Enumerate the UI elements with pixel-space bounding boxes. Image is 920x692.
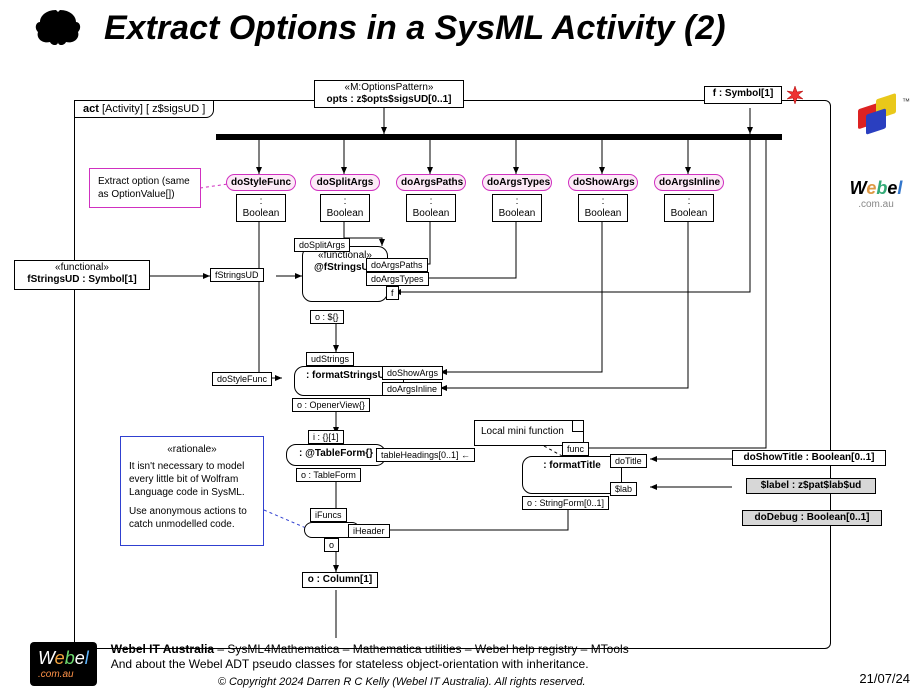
pin-doargstypes: doArgsTypes (366, 272, 429, 286)
param-dodebug-label: doDebug : Boolean[0..1] (755, 512, 870, 523)
pin-openerview: o : OpenerView{} (292, 398, 370, 412)
footer-date: 21/07/24 (859, 671, 910, 686)
pill-dosplitargs: doSplitArgs (310, 174, 380, 191)
output-column: o : Column[1] (302, 572, 378, 588)
pill-doargstypes: doArgsTypes (482, 174, 552, 191)
page-title: Extract Options in a SysML Activity (2) (104, 9, 726, 48)
f-symbol-parameter: f : Symbol[1] (704, 86, 782, 104)
f-symbol-label: f : Symbol[1] (713, 88, 774, 99)
output-column-label: o : Column[1] (308, 574, 372, 585)
pin-func: func (562, 442, 589, 456)
pin-ifuncs-out: o (324, 538, 339, 552)
activity-frame-label: act [Activity] [ z$sigsUD ] (74, 100, 214, 118)
type-doshowargs: : Boolean (578, 194, 628, 222)
rationale-body1: It isn't necessary to model every little… (129, 460, 255, 499)
pin-dostylefunc: doStyleFunc (212, 372, 272, 386)
rationale-stereo: «rationale» (129, 443, 255, 456)
fork-right (734, 134, 782, 140)
pin-tableform-in: i : {}[1] (308, 430, 344, 444)
pin-fstringsud: fStringsUD (210, 268, 264, 282)
type-dosplitargs: : Boolean (320, 194, 370, 222)
fork-main (216, 134, 764, 140)
pin-iheader: iHeader (348, 524, 390, 538)
pin-fstringsud-out: o : ${} (310, 310, 344, 324)
pin-tableform-out: o : TableForm (296, 468, 361, 482)
starburst-icon (786, 86, 804, 104)
action-tableform-name: : @TableForm{} (299, 448, 373, 459)
pin-tableheadings: tableHeadings[0..1] ← (376, 448, 475, 462)
opts-parameter: «M:OptionsPattern» opts : z$opts$sigsUD[… (314, 80, 464, 108)
param-doshowtitle-label: doShowTitle : Boolean[0..1] (744, 452, 875, 463)
pill-dostylefunc: doStyleFunc (226, 174, 296, 191)
note-extract-option: Extract option (same as OptionValue[]) (89, 168, 201, 208)
pill-doshowargs: doShowArgs (568, 174, 638, 191)
functional-stereo: «functional» (18, 262, 146, 274)
action-tableform: : @TableForm{} (286, 444, 386, 466)
type-doargsinline: : Boolean (664, 194, 714, 222)
action-formatstringsud-name: : formatStringsUD (306, 370, 392, 381)
sysml-logo-icon: ™ (856, 92, 912, 140)
pin-doargsinline-r: doArgsInline (382, 382, 442, 396)
svg-text:™: ™ (902, 97, 910, 106)
type-doargstypes: : Boolean (492, 194, 542, 222)
type-doargspaths: : Boolean (406, 194, 456, 222)
pill-doargsinline: doArgsInline (654, 174, 724, 191)
pin-dosplitargs: doSplitArgs (294, 238, 350, 252)
functional-fstringsud-param: «functional» fStringsUD : Symbol[1] (14, 260, 150, 290)
param-doshowtitle: doShowTitle : Boolean[0..1] (732, 450, 886, 466)
opts-stereo: «M:OptionsPattern» (318, 82, 460, 94)
type-dostylefunc: : Boolean (236, 194, 286, 222)
functional-label: fStringsUD : Symbol[1] (27, 274, 136, 285)
pin-udstrings: udStrings (306, 352, 354, 366)
action-formattitle: : formatTitle (522, 456, 622, 494)
param-label: $label : z$pat$lab$ud (746, 478, 876, 494)
pin-doshowargs-r: doShowArgs (382, 366, 443, 380)
action-formattitle-name: : formatTitle (543, 460, 601, 471)
opts-label: opts : z$opts$sigsUD[0..1] (326, 94, 451, 105)
param-label-label: $label : z$pat$lab$ud (761, 480, 862, 491)
pin-lab: $lab (610, 482, 637, 496)
webel-logo-text: Webel .com.au (840, 178, 912, 210)
pin-doargspaths: doArgsPaths (366, 258, 428, 272)
pin-formattitle-out: o : StringForm[0..1] (522, 496, 609, 510)
pin-ifuncs-in: iFuncs (310, 508, 347, 522)
note-rationale: «rationale» It isn't necessary to model … (120, 436, 264, 546)
diagram-connectors (14, 78, 906, 653)
pill-doargspaths: doArgsPaths (396, 174, 466, 191)
pin-dotitle: doTitle (610, 454, 647, 468)
pin-f: f (386, 286, 399, 300)
footer-line2: And about the Webel ADT pseudo classes f… (111, 657, 629, 673)
rationale-body2: Use anonymous actions to catch unmodelle… (129, 505, 255, 531)
footer-copyright: © Copyright 2024 Darren R C Kelly (Webel… (175, 675, 629, 689)
param-dodebug: doDebug : Boolean[0..1] (742, 510, 882, 526)
brain-icon (30, 8, 86, 48)
